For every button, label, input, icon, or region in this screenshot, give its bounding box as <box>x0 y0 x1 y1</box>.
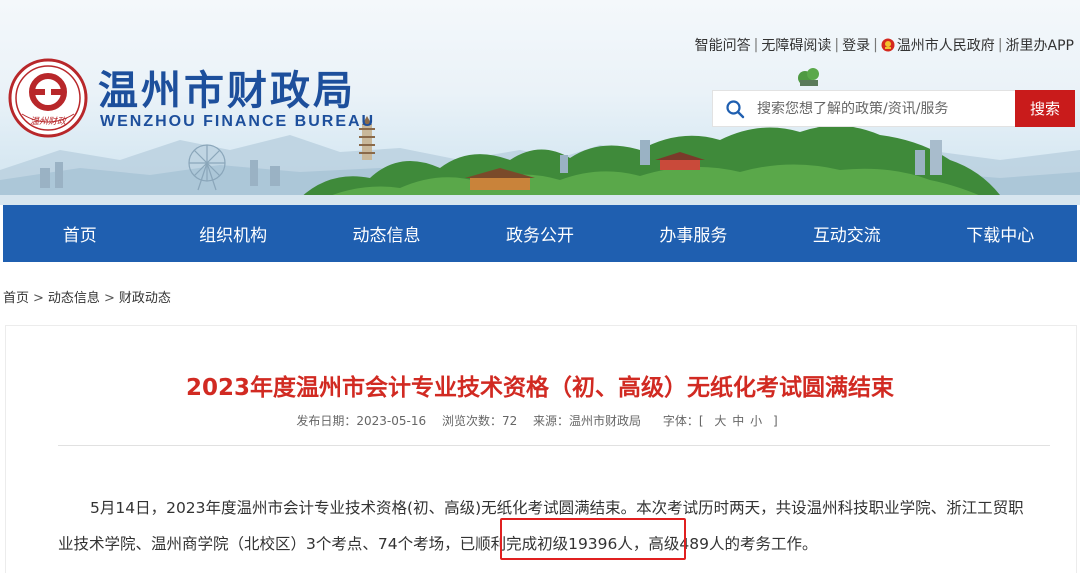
nav-item-downloads[interactable]: 下载中心 <box>924 205 1077 262</box>
search-button[interactable]: 搜索 <box>1015 90 1075 127</box>
top-link-smart-qa[interactable]: 智能问答 <box>695 35 751 55</box>
top-link-accessibility[interactable]: 无障碍阅读 <box>761 35 831 55</box>
top-link-city-government[interactable]: 温州市人民政府 <box>897 35 995 55</box>
search-bar: 搜索 <box>712 90 1075 127</box>
site-title: 温州市财政局 <box>98 68 356 114</box>
breadcrumb-news[interactable]: 动态信息 <box>48 291 100 306</box>
article-meta: 发布日期：2023-05-16 浏览次数：72 来源：温州市财政局 字体：[ 大… <box>0 412 1080 429</box>
top-link-zheliban-app[interactable]: 浙里办APP <box>1006 35 1074 55</box>
top-link-divider: | <box>997 37 1003 53</box>
nav-item-interaction[interactable]: 互动交流 <box>770 205 923 262</box>
view-count: 浏览次数：72 <box>441 414 518 428</box>
top-link-login[interactable]: 登录 <box>842 35 870 55</box>
publish-date: 发布日期：2023-05-16 <box>296 414 427 428</box>
nav-item-news[interactable]: 动态信息 <box>310 205 463 262</box>
top-link-divider: | <box>753 37 759 53</box>
article-title: 2023年度温州市会计专业技术资格（初、高级）无纸化考试圆满结束 <box>185 375 894 401</box>
article-source: 来源：温州市财政局 <box>533 414 642 428</box>
title-divider <box>58 445 1050 446</box>
highlight-box <box>500 518 686 560</box>
breadcrumb-separator: > <box>33 291 44 306</box>
finance-seal-icon: 温州财政 <box>8 58 88 138</box>
nav-item-services[interactable]: 办事服务 <box>617 205 770 262</box>
top-link-divider: | <box>873 37 878 53</box>
font-size-medium[interactable]: 中 <box>732 414 744 428</box>
top-link-divider: | <box>834 37 840 53</box>
main-nav: 首页 组织机构 动态信息 政务公开 办事服务 互动交流 下载中心 <box>3 205 1077 262</box>
font-size-control: 字体：[ 大 中 小 ] <box>657 414 784 428</box>
nav-item-home[interactable]: 首页 <box>3 205 156 262</box>
site-title-english: WENZHOU FINANCE BUREAU <box>100 113 376 130</box>
national-emblem-icon <box>881 38 895 52</box>
search-icon[interactable] <box>725 99 745 119</box>
font-size-large[interactable]: 大 <box>714 414 726 428</box>
header-banner: 温州财政 温州市财政局 WENZHOU FINANCE BUREAU 智能问答 … <box>0 0 1080 205</box>
nav-item-public-affairs[interactable]: 政务公开 <box>463 205 616 262</box>
breadcrumb-separator: > <box>103 291 115 306</box>
search-input[interactable] <box>757 100 997 117</box>
svg-text:温州财政: 温州财政 <box>30 116 68 127</box>
top-links: 智能问答 | 无障碍阅读 | 登录 | 温州市人民政府 | 浙里办APP <box>695 35 1074 55</box>
nav-item-organization[interactable]: 组织机构 <box>156 205 309 262</box>
font-size-small[interactable]: 小 <box>750 414 762 428</box>
breadcrumb-finance-news[interactable]: 财政动态 <box>119 291 171 306</box>
font-size-label: 字体：[ <box>662 414 704 428</box>
search-box <box>712 90 1015 127</box>
breadcrumb-home[interactable]: 首页 <box>3 291 29 306</box>
breadcrumb: 首页 > 动态信息 > 财政动态 <box>3 287 171 306</box>
font-size-end: ] <box>772 414 778 428</box>
